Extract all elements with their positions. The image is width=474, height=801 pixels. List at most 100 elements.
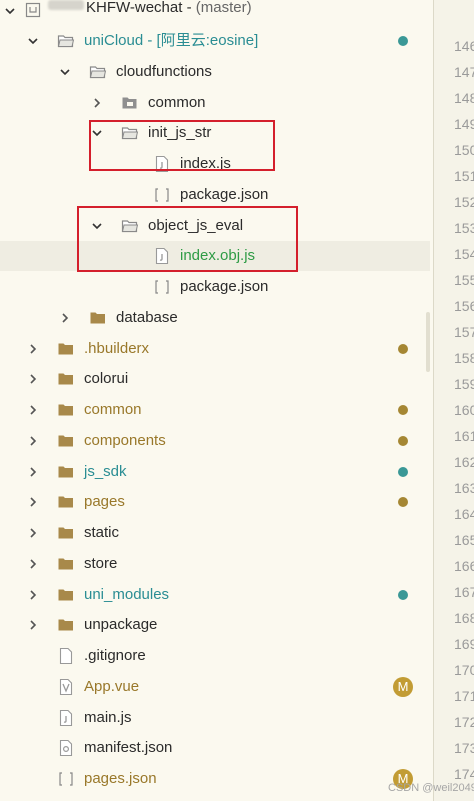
chevron-right-icon[interactable] — [25, 518, 41, 548]
project-file-tree: KHFW-wechat - (master) uniCloud - [阿里云:e… — [0, 0, 430, 801]
chevron-down-icon[interactable] — [89, 211, 105, 241]
item-name: cloudfunctions — [116, 63, 212, 80]
chevron-right-icon[interactable] — [25, 549, 41, 579]
tree-item-cloud-common[interactable]: common — [0, 88, 430, 118]
json-file-icon — [153, 186, 171, 204]
tree-item-label: index.js — [180, 149, 231, 179]
open-folder-icon — [121, 217, 139, 235]
line-number: 171 — [454, 688, 474, 704]
tree-item-cloudfunctions[interactable]: cloudfunctions — [0, 57, 430, 87]
tree-item-common[interactable]: common — [0, 395, 430, 425]
tree-item-unpackage[interactable]: unpackage — [0, 610, 430, 640]
item-name: pages.json — [84, 770, 157, 787]
git-status-dot — [398, 36, 408, 46]
tree-item-js-sdk[interactable]: js_sdk — [0, 457, 430, 487]
chevron-right-icon[interactable] — [25, 457, 41, 487]
item-name: package.json — [180, 186, 269, 203]
tree-item-database[interactable]: database — [0, 303, 430, 333]
item-name: main.js — [84, 709, 132, 726]
folder-icon — [57, 340, 75, 358]
line-number: 155 — [454, 272, 474, 288]
chevron-down-icon[interactable] — [2, 0, 18, 26]
redacted-owner — [48, 0, 84, 10]
chevron-right-icon[interactable] — [25, 364, 41, 394]
item-name: components — [84, 432, 166, 449]
folder-icon — [89, 309, 107, 327]
item-name: .gitignore — [84, 647, 146, 664]
open-folder-icon — [121, 124, 139, 142]
tree-item-init-js-str[interactable]: init_js_str — [0, 118, 430, 148]
chevron-down-icon[interactable] — [89, 118, 105, 148]
tree-item-store[interactable]: store — [0, 549, 430, 579]
item-name: store — [84, 555, 118, 572]
tree-item-static[interactable]: static — [0, 518, 430, 548]
tree-item-pages-json[interactable]: pages.json M — [0, 764, 430, 794]
tree-item-init-index-js[interactable]: index.js — [0, 149, 430, 179]
line-number: 169 — [454, 636, 474, 652]
line-number: 164 — [454, 506, 474, 522]
tree-item-eval-package-json[interactable]: package.json — [0, 272, 430, 302]
folder-icon — [57, 463, 75, 481]
chevron-right-icon[interactable] — [25, 395, 41, 425]
item-name: object_js_eval — [148, 217, 244, 234]
tree-item-label: index.obj.js — [180, 241, 255, 271]
item-name: uni_modules — [84, 586, 170, 603]
tree-item-manifest-json[interactable]: manifest.json — [0, 733, 430, 763]
line-number: 173 — [454, 740, 474, 756]
tree-item-label: package.json — [180, 272, 268, 302]
tree-item-init-package-json[interactable]: package.json — [0, 180, 430, 210]
tree-item-hbuilderx[interactable]: .hbuilderx — [0, 334, 430, 364]
item-name: static — [84, 524, 120, 541]
chevron-right-icon[interactable] — [25, 426, 41, 456]
chevron-down-icon[interactable] — [57, 57, 73, 87]
chevron-right-icon[interactable] — [25, 487, 41, 517]
project-title: KHFW-wechat — [86, 0, 183, 16]
line-number: 166 — [454, 558, 474, 574]
tree-item-label: init_js_str — [148, 118, 211, 148]
tree-item-gitignore[interactable]: .gitignore — [0, 641, 430, 671]
chevron-right-icon[interactable] — [25, 334, 41, 364]
tree-item-label: manifest.json — [84, 733, 172, 763]
item-name: index.obj.js — [180, 247, 256, 264]
tree-item-label: components — [84, 426, 166, 456]
tree-item-index-obj-js[interactable]: index.obj.js — [0, 241, 430, 271]
chevron-right-icon[interactable] — [25, 580, 41, 610]
line-number: 147 — [454, 64, 474, 80]
tree-item-label: colorui — [84, 364, 128, 394]
chevron-right-icon[interactable] — [57, 303, 73, 333]
tree-item-uni-modules[interactable]: uni_modules — [0, 580, 430, 610]
chevron-right-icon[interactable] — [25, 610, 41, 640]
open-folder-icon — [89, 63, 107, 81]
line-number: 161 — [454, 428, 474, 444]
tree-scrollbar[interactable] — [426, 312, 430, 372]
watermark: CSDN @weil2049 — [388, 782, 474, 794]
cloud-folder-icon — [121, 94, 139, 112]
folder-icon — [57, 432, 75, 450]
line-number: 158 — [454, 350, 474, 366]
tree-item-label: pages — [84, 487, 125, 517]
line-number: 170 — [454, 662, 474, 678]
chevron-right-icon[interactable] — [89, 88, 105, 118]
tree-item-components[interactable]: components — [0, 426, 430, 456]
tree-item-colorui[interactable]: colorui — [0, 364, 430, 394]
project-root-row[interactable]: KHFW-wechat - (master) — [0, 0, 430, 26]
tree-item-label: unpackage — [84, 610, 157, 640]
line-number: 154 — [454, 246, 474, 262]
tree-item-app-vue[interactable]: App.vue M — [0, 672, 430, 702]
js-file-icon — [153, 155, 171, 173]
folder-icon — [57, 586, 75, 604]
modified-badge: M — [393, 677, 413, 697]
project-name: KHFW-wechat - (master) — [86, 0, 252, 16]
folder-icon — [57, 493, 75, 511]
tree-item-unicloud[interactable]: uniCloud - [阿里云:eosine] — [0, 26, 430, 56]
git-status-dot — [398, 497, 408, 507]
line-number: 172 — [454, 714, 474, 730]
tree-item-pages[interactable]: pages — [0, 487, 430, 517]
tree-item-main-js[interactable]: main.js — [0, 703, 430, 733]
cloud-provider-label: - [阿里云:eosine] — [143, 32, 259, 49]
tree-item-label: object_js_eval — [148, 211, 243, 241]
item-name: database — [116, 309, 178, 326]
chevron-down-icon[interactable] — [25, 26, 41, 56]
tree-item-label: App.vue — [84, 672, 139, 702]
tree-item-object-js-eval[interactable]: object_js_eval — [0, 211, 430, 241]
